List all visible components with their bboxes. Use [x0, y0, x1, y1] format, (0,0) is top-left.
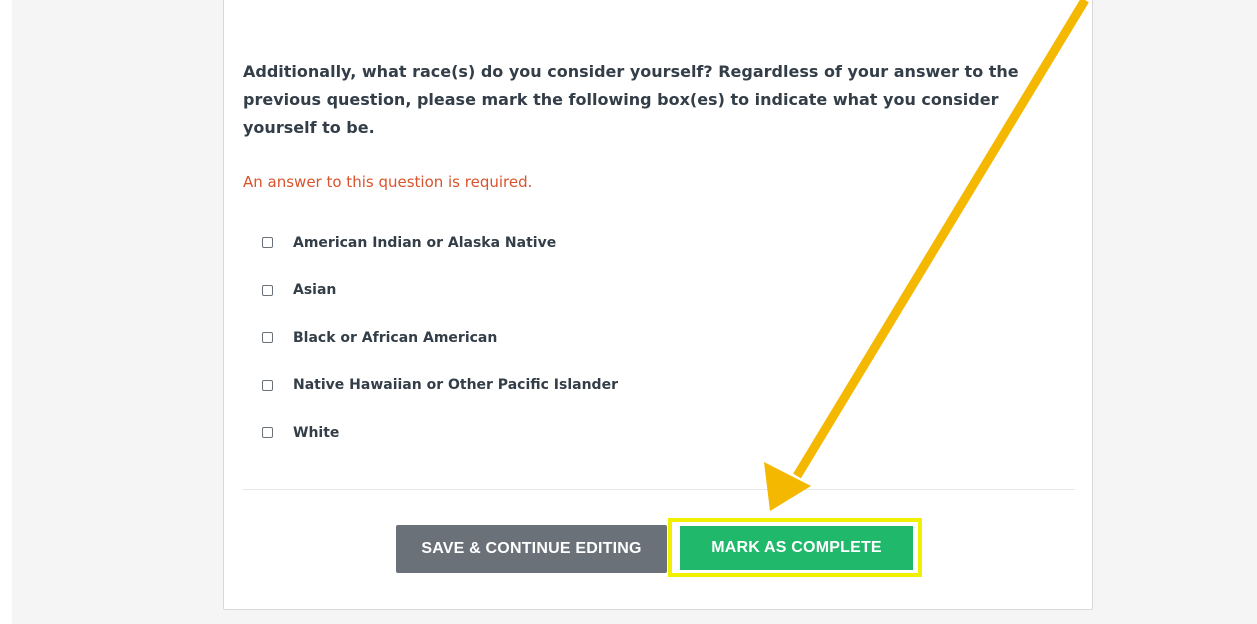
- option-black[interactable]: Black or African American: [262, 314, 618, 362]
- checkbox-asian[interactable]: [262, 284, 273, 296]
- race-options-list: American Indian or Alaska Native Asian B…: [262, 219, 618, 457]
- option-label: Asian: [293, 282, 337, 299]
- option-white[interactable]: White: [262, 409, 618, 457]
- checkbox-native-hawaiian[interactable]: [262, 379, 273, 391]
- required-error-message: An answer to this question is required.: [243, 173, 533, 191]
- option-label: American Indian or Alaska Native: [293, 234, 557, 251]
- checkbox-white[interactable]: [262, 427, 273, 439]
- footer-divider: [243, 489, 1075, 490]
- checkbox-american-indian[interactable]: [262, 237, 273, 249]
- question-text: Additionally, what race(s) do you consid…: [243, 62, 1019, 137]
- option-label: White: [293, 424, 340, 441]
- option-label: Black or African American: [293, 329, 498, 346]
- checkbox-black[interactable]: [262, 332, 273, 344]
- option-american-indian[interactable]: American Indian or Alaska Native: [262, 219, 618, 267]
- option-label: Native Hawaiian or Other Pacific Islande…: [293, 377, 618, 394]
- mark-as-complete-button[interactable]: MARK AS COMPLETE: [680, 526, 913, 570]
- save-continue-editing-button[interactable]: SAVE & CONTINUE EDITING: [396, 525, 667, 573]
- option-native-hawaiian[interactable]: Native Hawaiian or Other Pacific Islande…: [262, 362, 618, 410]
- option-asian[interactable]: Asian: [262, 267, 618, 315]
